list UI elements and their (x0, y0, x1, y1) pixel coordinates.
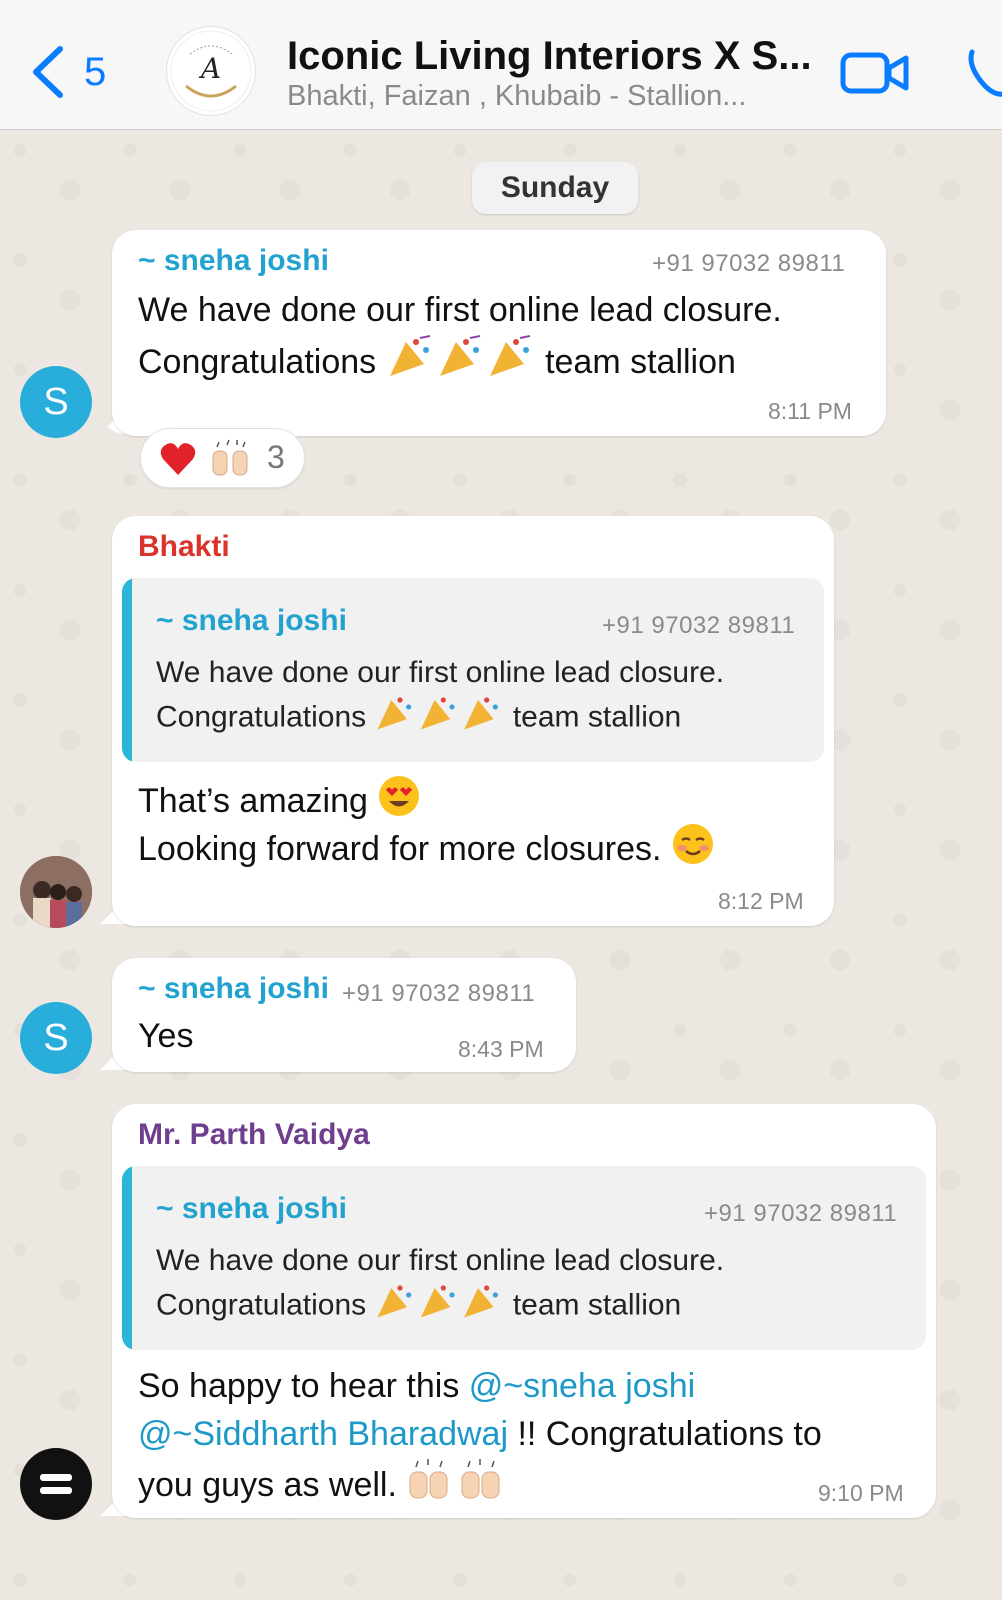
quoted-text: We have done our first online lead closu… (156, 1244, 725, 1277)
quote-bar (122, 1166, 132, 1350)
chat-title[interactable]: Iconic Living Interiors X S... (287, 34, 827, 79)
message-bubble[interactable]: ~ sneha joshi +91 97032 89811 We have do… (112, 230, 886, 436)
chat-header: 5 A Iconic Living Interiors X S... Bhakt… (0, 0, 1002, 130)
message-text: !! Congratulations to (508, 1415, 822, 1453)
message-text: Yes (138, 1017, 194, 1055)
quoted-text-part: team stallion (512, 1288, 682, 1322)
message-text: Looking forward for more closures. (138, 829, 662, 868)
unread-count: 5 (84, 49, 107, 94)
message-text: That’s amazing (138, 781, 368, 820)
avatar[interactable] (20, 1448, 92, 1520)
back-button[interactable]: 5 (30, 44, 130, 100)
message-text-line: @~Siddharth Bharadwaj !! Congratulations… (138, 1410, 822, 1459)
sender-phone: +91 97032 89811 (342, 980, 536, 1007)
avatar[interactable]: S (20, 1002, 92, 1074)
raised-hands-emoji (212, 439, 248, 476)
party-popper-emoji (386, 334, 536, 394)
profile-photo-icon (20, 856, 92, 928)
quoted-phone: +91 97032 89811 (704, 1200, 898, 1227)
smiling-blush-emoji (671, 822, 715, 880)
quoted-text: We have done our first online lead closu… (156, 656, 725, 689)
sender-name[interactable]: ~ sneha joshi (138, 244, 329, 278)
group-logo-icon: A (170, 30, 252, 112)
quoted-text-part: Congratulations (156, 1288, 367, 1322)
raised-hands-emoji (406, 1458, 506, 1516)
quoted-message[interactable]: ~ sneha joshi +91 97032 89811 We have do… (122, 578, 824, 762)
message-time: 9:10 PM (818, 1480, 904, 1506)
quoted-text: Congratulations team stallion (156, 693, 681, 744)
svg-text:A: A (198, 52, 221, 85)
avatar[interactable] (20, 856, 92, 928)
mention-link[interactable]: @~sneha joshi (469, 1367, 695, 1405)
group-avatar[interactable]: A (166, 26, 256, 116)
message-text-line: Looking forward for more closures. (138, 822, 715, 880)
equals-menu-icon (40, 1474, 72, 1494)
video-call-icon[interactable] (840, 50, 910, 96)
quoted-sender: ~ sneha joshi (156, 604, 347, 637)
mention-link[interactable]: @~Siddharth Bharadwaj (138, 1415, 508, 1453)
voice-call-icon[interactable] (966, 44, 1002, 100)
heart-emoji (160, 443, 196, 475)
message-text: you guys as well. (138, 1465, 397, 1504)
message-time: 8:12 PM (718, 888, 804, 914)
quoted-text: Congratulations team stallion (156, 1281, 681, 1332)
message-text: Congratulations (138, 342, 377, 381)
message-bubble[interactable]: Bhakti ~ sneha joshi +91 97032 89811 We … (112, 516, 834, 926)
quoted-message[interactable]: ~ sneha joshi +91 97032 89811 We have do… (122, 1166, 926, 1350)
back-chevron-icon (33, 46, 63, 98)
message-text-line: We have done our first online lead closu… (138, 291, 782, 329)
sender-name[interactable]: ~ sneha joshi (138, 972, 329, 1006)
chat-subtitle[interactable]: Bhakti, Faizan , Khubaib - Stallion... (287, 80, 827, 113)
message-text-line: So happy to hear this @~sneha joshi (138, 1362, 695, 1411)
message-text: team stallion (545, 342, 736, 381)
message-time: 8:43 PM (458, 1036, 544, 1062)
party-popper-emoji (374, 693, 504, 744)
message-time: 8:11 PM (768, 398, 852, 424)
quoted-text-part: Congratulations (156, 700, 367, 734)
day-separator: Sunday (472, 162, 638, 214)
message-text: So happy to hear this (138, 1367, 469, 1405)
avatar[interactable]: S (20, 366, 92, 438)
sender-phone: +91 97032 89811 (652, 250, 846, 277)
quoted-sender: ~ sneha joshi (156, 1192, 347, 1225)
message-text-line: Congratulations team stallion (138, 334, 736, 394)
quoted-phone: +91 97032 89811 (602, 612, 796, 639)
message-bubble[interactable]: Mr. Parth Vaidya ~ sneha joshi +91 97032… (112, 1104, 936, 1518)
party-popper-emoji (374, 1281, 504, 1332)
reaction-count: 3 (267, 439, 285, 475)
message-bubble[interactable]: ~ sneha joshi +91 97032 89811 Yes 8:43 P… (112, 958, 576, 1072)
quote-bar (122, 578, 132, 762)
sender-name[interactable]: Bhakti (138, 530, 230, 564)
sender-name[interactable]: Mr. Parth Vaidya (138, 1118, 370, 1152)
quoted-text-part: team stallion (512, 700, 682, 734)
message-text-line: you guys as well. (138, 1458, 506, 1516)
reaction-pill[interactable]: 3 (140, 428, 305, 488)
